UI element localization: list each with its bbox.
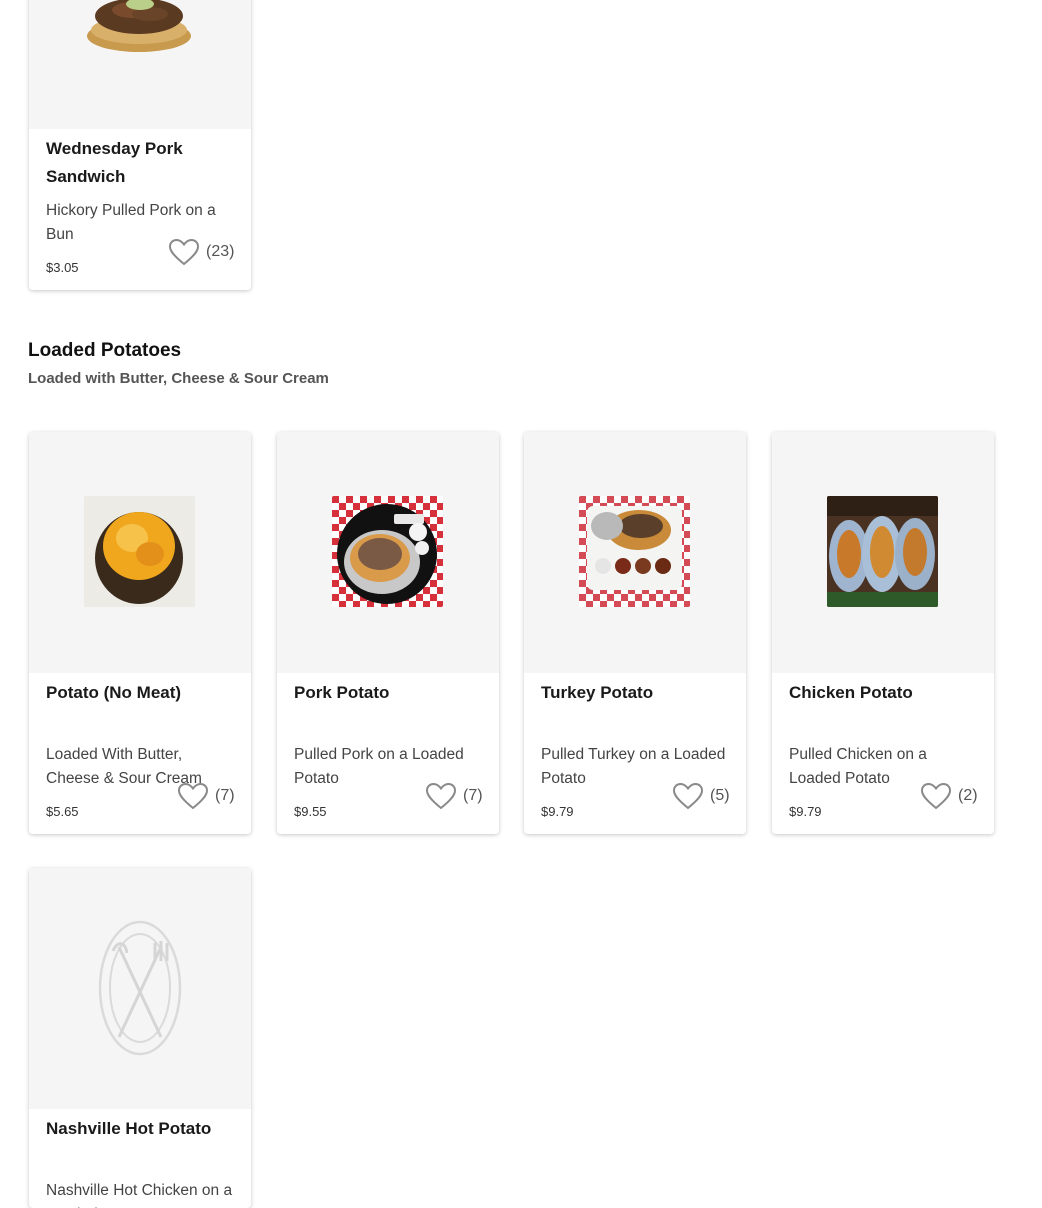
heart-outline-icon[interactable]	[425, 782, 457, 810]
menu-item-card[interactable]: Nashville Hot Potato Nashville Hot Chick…	[29, 868, 251, 1208]
menu-item-card[interactable]: Pork Potato Pulled Pork on a Loaded Pota…	[277, 432, 499, 834]
heart-outline-icon[interactable]	[177, 782, 209, 810]
favorite-count: (2)	[958, 787, 978, 804]
favorite-count: (23)	[206, 243, 235, 260]
heart-outline-icon[interactable]	[168, 238, 200, 266]
item-price: $9.55	[294, 804, 327, 819]
fork-knife-plate-icon	[97, 919, 183, 1057]
favorite-control[interactable]: (5)	[672, 782, 730, 810]
item-image-area	[524, 432, 746, 673]
section-title: Loaded Potatoes	[28, 340, 182, 361]
menu-item-card[interactable]: Chicken Potato Pulled Chicken on a Loade…	[772, 432, 994, 834]
menu-item-card[interactable]: Potato (No Meat) Loaded With Butter, Che…	[29, 432, 251, 834]
menu-item-card[interactable]: Wednesday Pork Sandwich Hickory Pulled P…	[29, 0, 251, 290]
potato-no-meat-photo	[84, 496, 195, 607]
item-image-area	[772, 432, 994, 673]
favorite-control[interactable]: (7)	[177, 782, 235, 810]
chicken-potato-photo	[827, 496, 938, 607]
item-image-area	[277, 432, 499, 673]
favorite-control[interactable]: (7)	[425, 782, 483, 810]
pork-sandwich-photo	[84, 0, 195, 54]
section-subtitle: Loaded with Butter, Cheese & Sour Cream	[28, 370, 329, 387]
pork-potato-photo	[332, 496, 443, 607]
favorite-count: (7)	[463, 787, 483, 804]
favorite-count: (5)	[710, 787, 730, 804]
heart-outline-icon[interactable]	[920, 782, 952, 810]
item-price: $3.05	[46, 260, 79, 275]
turkey-potato-photo	[579, 496, 690, 607]
item-name: Nashville Hot Potato	[46, 1119, 212, 1138]
favorite-count: (7)	[215, 787, 235, 804]
item-image-area	[29, 432, 251, 673]
menu-item-card[interactable]: Turkey Potato Pulled Turkey on a Loaded …	[524, 432, 746, 834]
favorite-control[interactable]: (2)	[920, 782, 978, 810]
item-price: $5.65	[46, 804, 79, 819]
item-description: Nashville Hot Chicken on a Loaded Potato	[46, 1182, 233, 1208]
item-name: Wednesday Pork Sandwich	[46, 139, 183, 186]
item-price: $9.79	[789, 804, 822, 819]
item-name: Turkey Potato	[541, 683, 654, 702]
item-price: $9.79	[541, 804, 574, 819]
item-name: Chicken Potato	[789, 683, 913, 702]
favorite-control[interactable]: (23)	[168, 238, 234, 266]
item-name: Pork Potato	[294, 683, 390, 702]
item-name: Potato (No Meat)	[46, 683, 182, 702]
heart-outline-icon[interactable]	[672, 782, 704, 810]
item-image-area	[29, 868, 251, 1109]
item-image-area	[29, 0, 251, 129]
